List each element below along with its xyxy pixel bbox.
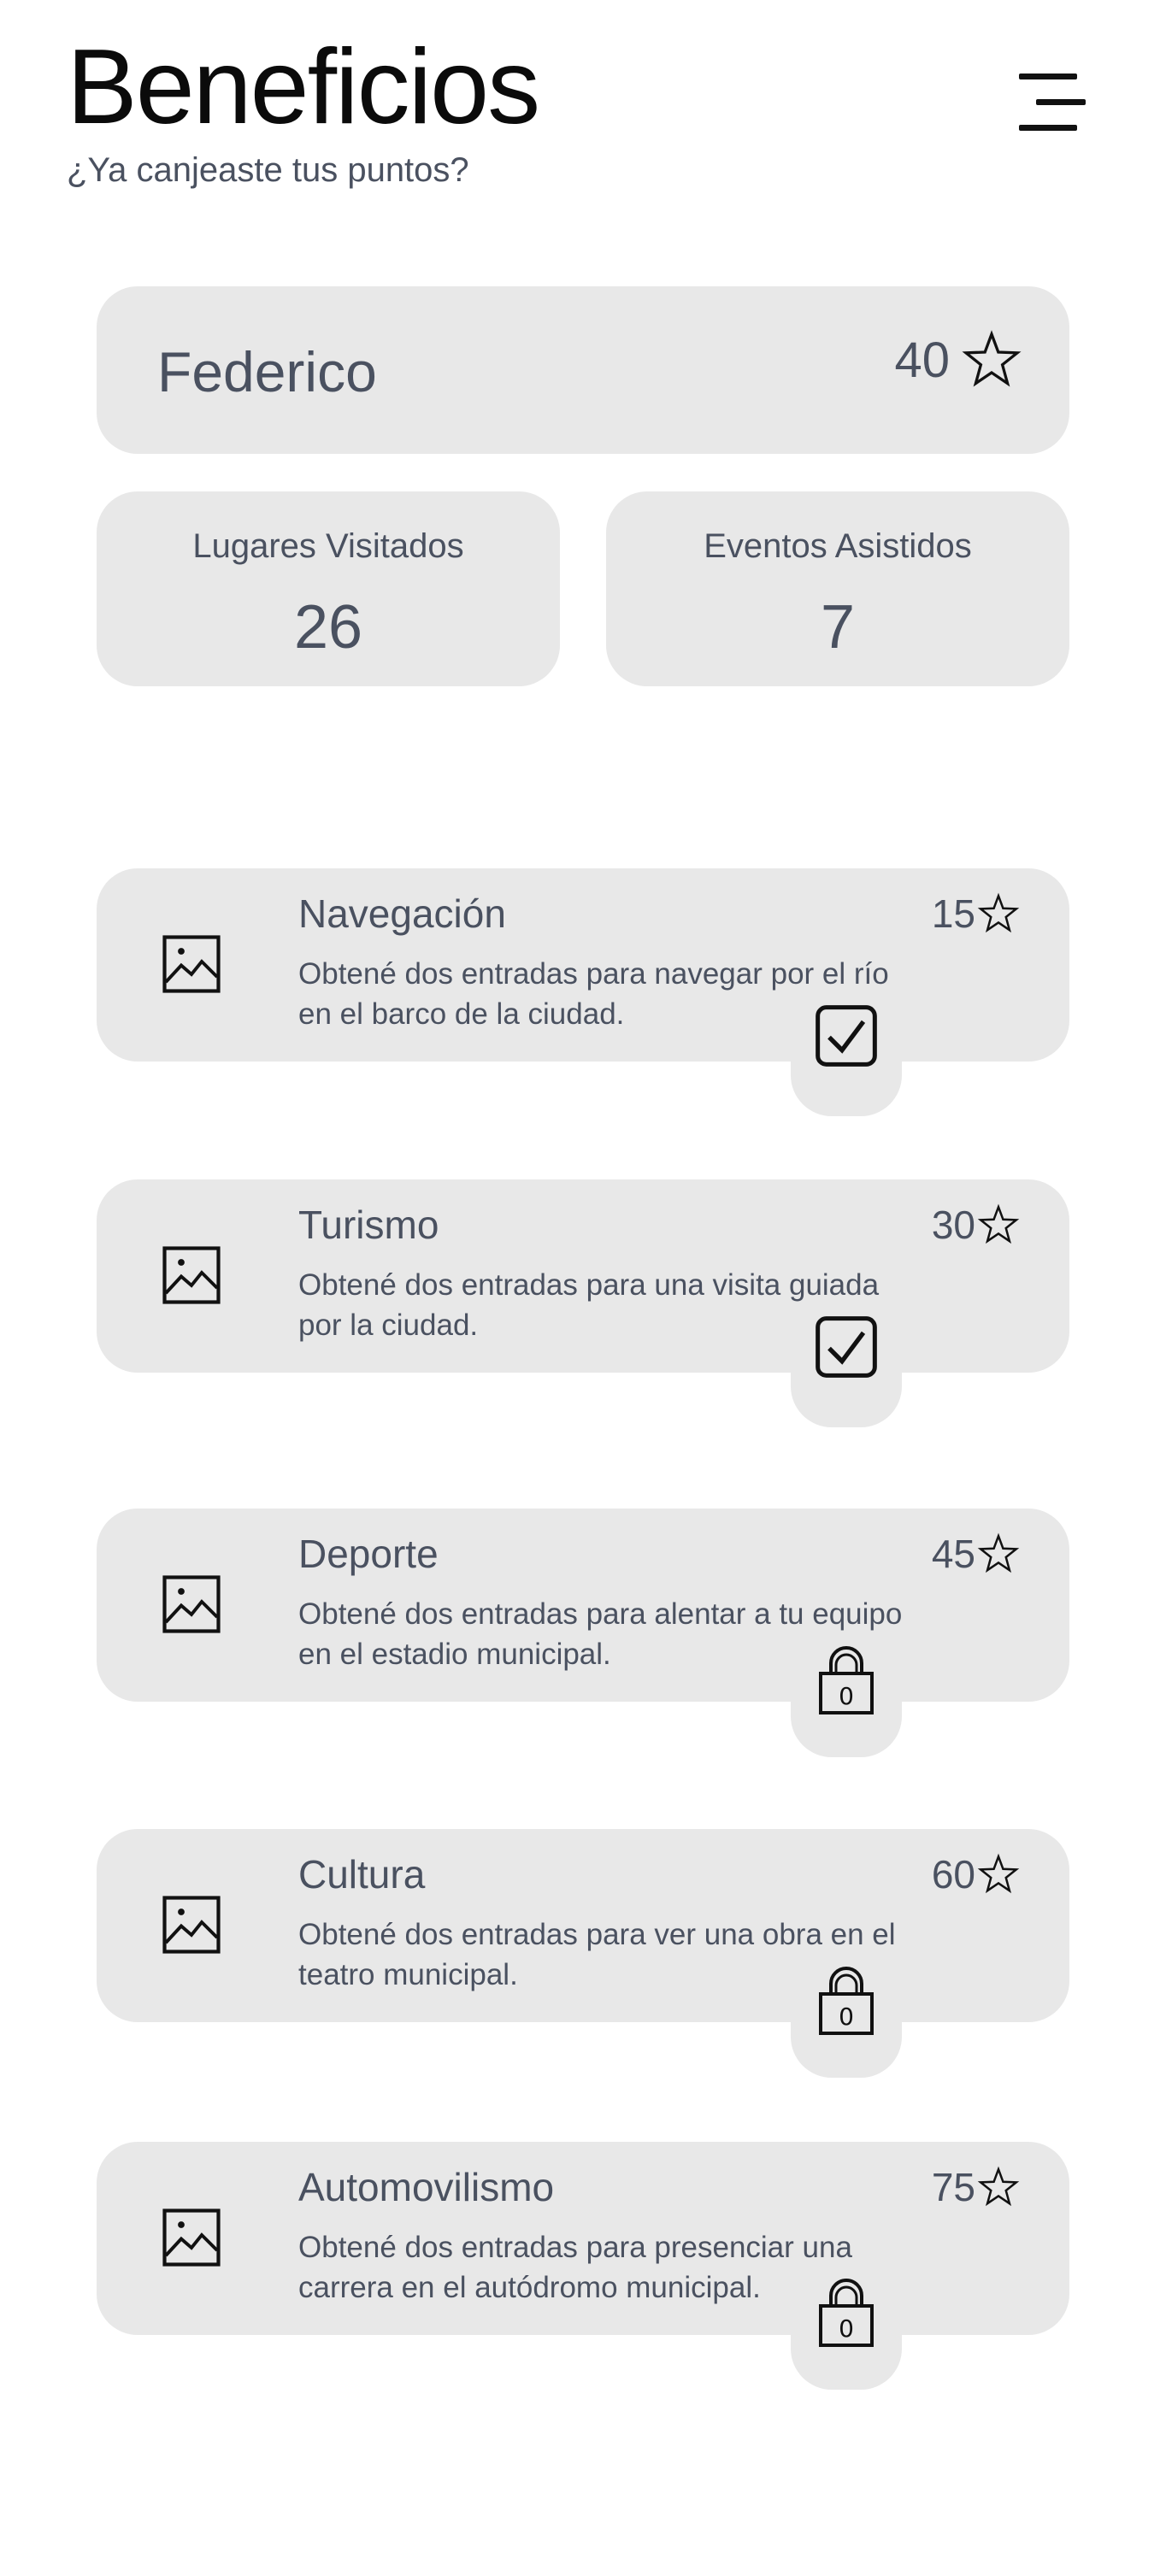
stat-value: 7 <box>820 593 856 662</box>
padlock-icon: 0 <box>819 1646 874 1714</box>
benefit-points-value: 45 <box>931 1532 975 1576</box>
benefit-name: Automovilismo <box>298 2165 555 2209</box>
checkbox-checked-icon <box>816 1005 877 1067</box>
image-placeholder-icon <box>162 1575 221 1633</box>
benefit-name: Navegación <box>298 891 506 936</box>
star-outline-icon <box>977 1203 1020 1244</box>
star-outline-icon <box>977 1853 1020 1894</box>
benefit-points: 60 <box>932 1851 1020 1897</box>
checkbox-checked-icon <box>816 1316 877 1378</box>
menu-icon[interactable] <box>1017 70 1086 133</box>
star-outline-icon <box>962 330 1022 387</box>
stat-card-places: Lugares Visitados 26 <box>97 491 560 686</box>
user-card: Federico 40 <box>97 286 1069 454</box>
stat-label: Eventos Asistidos <box>704 527 972 565</box>
benefit-points-value: 15 <box>931 891 975 936</box>
image-placeholder-icon <box>162 935 221 993</box>
locked-badge[interactable]: 0 <box>791 2279 902 2390</box>
benefit-points: 30 <box>932 1202 1020 1248</box>
benefit-card[interactable]: Automovilismo Obtené dos entradas para p… <box>97 2142 1069 2335</box>
stat-label: Lugares Visitados <box>192 527 464 565</box>
lock-code: 0 <box>839 1682 854 1710</box>
benefit-points-value: 30 <box>931 1203 975 1247</box>
lock-code: 0 <box>839 2314 854 2343</box>
user-name: Federico <box>157 340 377 403</box>
benefit-points: 15 <box>932 891 1020 937</box>
lock-code: 0 <box>839 2003 854 2031</box>
padlock-icon: 0 <box>819 1967 874 2035</box>
page-title: Beneficios <box>67 28 540 146</box>
benefit-card[interactable]: Navegación Obtené dos entradas para nave… <box>97 868 1069 1062</box>
image-placeholder-icon <box>162 2208 221 2267</box>
benefit-card[interactable]: Deporte Obtené dos entradas para alentar… <box>97 1509 1069 1702</box>
stat-card-events: Eventos Asistidos 7 <box>606 491 1069 686</box>
redeemed-badge[interactable] <box>791 1005 902 1116</box>
user-points-value: 40 <box>894 332 950 388</box>
image-placeholder-icon <box>162 1896 221 1954</box>
user-points: 40 <box>894 329 1023 391</box>
benefit-points-value: 75 <box>931 2165 975 2209</box>
star-outline-icon <box>977 892 1020 933</box>
locked-badge[interactable]: 0 <box>791 1967 902 2078</box>
page-subtitle: ¿Ya canjeaste tus puntos? <box>67 151 469 189</box>
stat-value: 26 <box>293 593 363 662</box>
star-outline-icon <box>977 2166 1020 2207</box>
benefit-points: 45 <box>932 1531 1020 1577</box>
benefit-name: Turismo <box>298 1203 439 1247</box>
benefit-name: Deporte <box>298 1532 439 1576</box>
padlock-icon: 0 <box>819 2279 874 2347</box>
redeemed-badge[interactable] <box>791 1316 902 1427</box>
image-placeholder-icon <box>162 1246 221 1304</box>
star-outline-icon <box>977 1532 1020 1573</box>
benefit-card[interactable]: Cultura Obtené dos entradas para ver una… <box>97 1829 1069 2022</box>
benefit-points-value: 60 <box>931 1852 975 1897</box>
benefit-name: Cultura <box>298 1852 426 1897</box>
benefit-points: 75 <box>932 2164 1020 2210</box>
locked-badge[interactable]: 0 <box>791 1646 902 1757</box>
benefit-card[interactable]: Turismo Obtené dos entradas para una vis… <box>97 1179 1069 1373</box>
